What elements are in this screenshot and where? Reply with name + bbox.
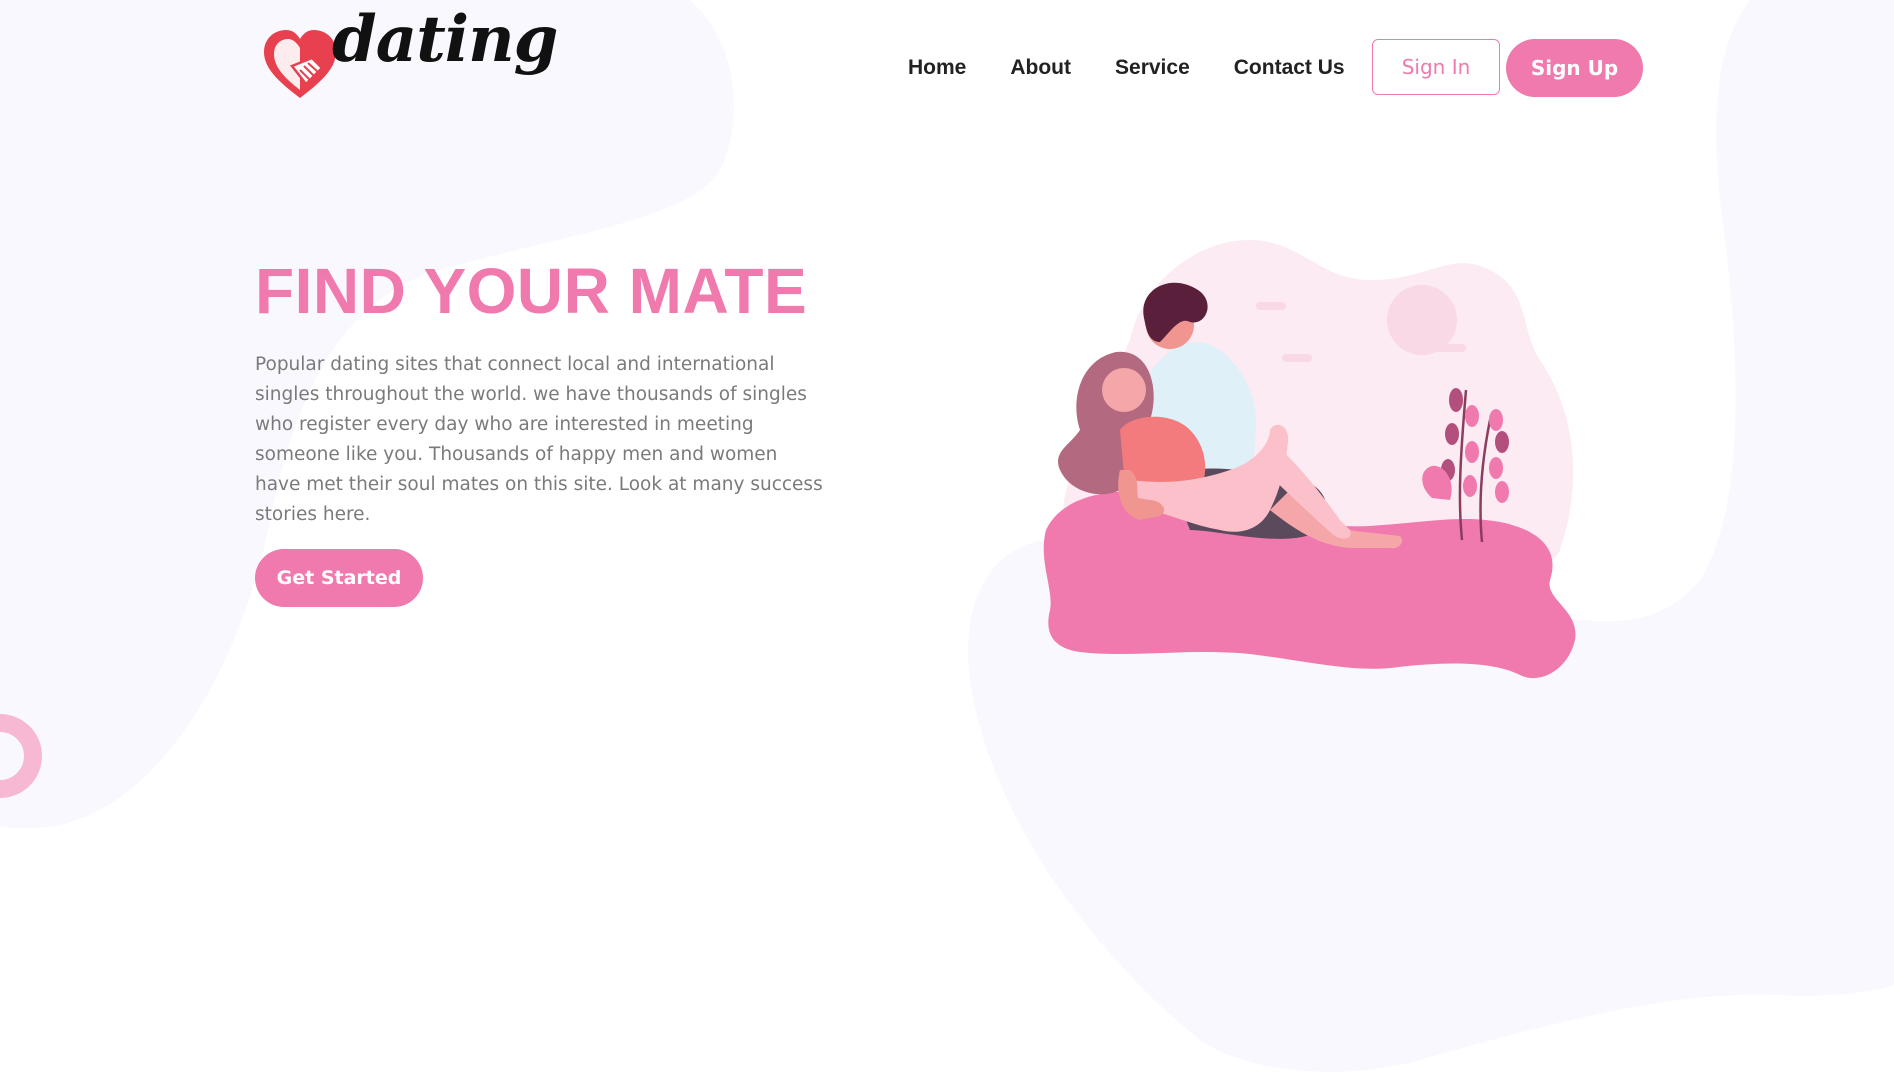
nav-about[interactable]: About bbox=[1010, 54, 1071, 82]
hero-title: FIND YOUR MATE bbox=[255, 255, 808, 327]
sign-up-button[interactable]: Sign Up bbox=[1506, 39, 1643, 97]
get-started-button[interactable]: Get Started bbox=[255, 549, 423, 607]
background-blobs bbox=[0, 0, 1894, 1072]
nav-service[interactable]: Service bbox=[1115, 54, 1190, 82]
nav-home[interactable]: Home bbox=[908, 54, 966, 82]
navbar: dating Home About Service Contact Us Sig… bbox=[0, 0, 1894, 140]
hero-description: Popular dating sites that connect local … bbox=[255, 354, 823, 525]
couple-illustration bbox=[1043, 240, 1576, 679]
sign-in-button[interactable]: Sign In bbox=[1372, 39, 1500, 95]
hero-section: FIND YOUR MATE Popular dating sites that… bbox=[255, 254, 835, 607]
nav-contact-us[interactable]: Contact Us bbox=[1234, 54, 1345, 82]
brand-logo[interactable]: dating bbox=[262, 8, 558, 110]
main-nav: Home About Service Contact Us bbox=[908, 54, 1389, 82]
brand-name: dating bbox=[332, 2, 558, 77]
heart-handshake-icon bbox=[264, 30, 336, 98]
